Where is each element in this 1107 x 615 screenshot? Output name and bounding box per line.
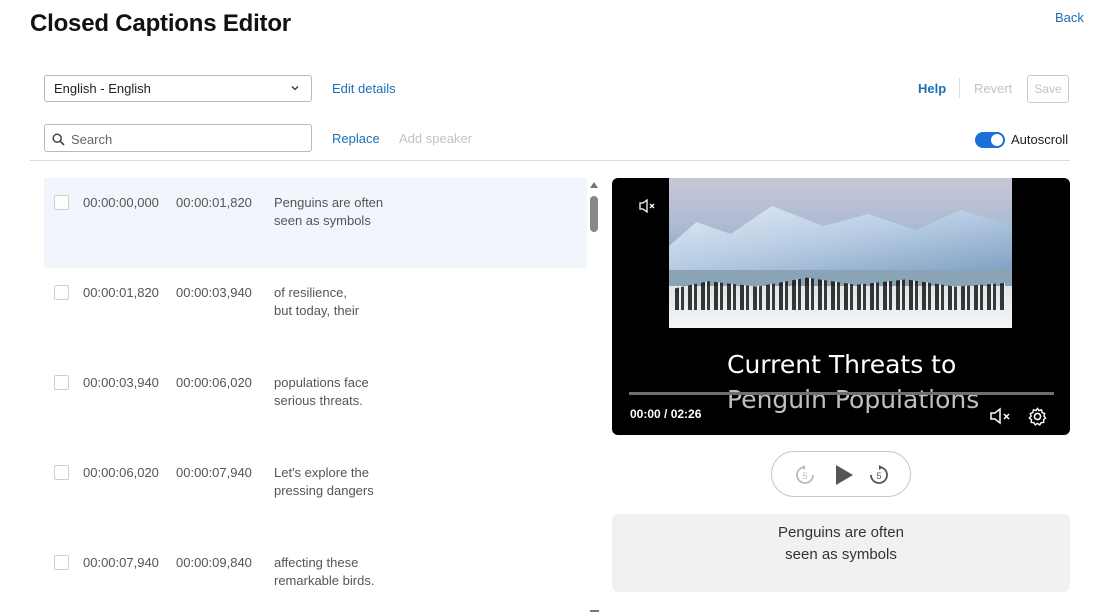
- scroll-down-arrow[interactable]: [590, 610, 599, 612]
- forward-seconds: 5: [876, 471, 881, 481]
- caption-text[interactable]: affecting these remarkable birds.: [274, 554, 424, 590]
- caption-row[interactable]: 00:00:06,020 00:00:07,940 Let's explore …: [44, 448, 587, 538]
- caption-text-line: populations face: [274, 375, 369, 390]
- caption-start-time[interactable]: 00:00:06,020: [83, 465, 159, 480]
- playback-controls: 5 5: [771, 451, 911, 497]
- caption-end-time[interactable]: 00:00:03,940: [176, 285, 252, 300]
- caption-text-line: Penguins are often: [274, 195, 384, 210]
- replace-button[interactable]: Replace: [332, 131, 380, 146]
- caption-checkbox[interactable]: [54, 465, 69, 480]
- toggle-knob: [991, 134, 1003, 146]
- search-box: [44, 124, 312, 152]
- caption-checkbox[interactable]: [54, 375, 69, 390]
- toolbar-divider: [959, 78, 960, 98]
- caption-preview-line: seen as symbols: [785, 546, 897, 563]
- caption-row[interactable]: 00:00:01,820 00:00:03,940 of resilience,…: [44, 268, 587, 358]
- caption-checkbox[interactable]: [54, 555, 69, 570]
- caption-end-time[interactable]: 00:00:01,820: [176, 195, 252, 210]
- caption-text-line: of resilience,: [274, 285, 347, 300]
- caption-text-line: affecting these: [274, 555, 359, 570]
- autoscroll-toggle[interactable]: [975, 132, 1005, 148]
- caption-end-time[interactable]: 00:00:06,020: [176, 375, 252, 390]
- header-divider: [30, 160, 1070, 161]
- caption-text-line: Let's explore the: [274, 465, 369, 480]
- search-input[interactable]: [69, 128, 303, 150]
- rewind-seconds: 5: [802, 471, 807, 481]
- playback-time: 00:00 / 02:26: [630, 407, 702, 421]
- chevron-down-icon: [291, 86, 299, 91]
- caption-row[interactable]: 00:00:07,940 00:00:09,840 affecting thes…: [44, 538, 587, 615]
- play-icon[interactable]: [831, 463, 855, 487]
- forward-5-icon[interactable]: 5: [868, 464, 890, 486]
- volume-muted-icon[interactable]: [988, 407, 1014, 425]
- caption-start-time[interactable]: 00:00:07,940: [83, 555, 159, 570]
- caption-start-time[interactable]: 00:00:00,000: [83, 195, 159, 210]
- caption-end-time[interactable]: 00:00:07,940: [176, 465, 252, 480]
- autoscroll-label: Autoscroll: [1011, 132, 1069, 147]
- caption-preview-line: Penguins are often: [778, 524, 904, 541]
- edit-details-link[interactable]: Edit details: [332, 81, 396, 96]
- caption-text-line: but today, their: [274, 303, 360, 318]
- slide-title-line: Penguin Populations: [727, 385, 980, 414]
- caption-text[interactable]: Let's explore the pressing dangers: [274, 464, 424, 500]
- caption-text[interactable]: Penguins are often seen as symbols: [274, 194, 424, 230]
- caption-text-line: remarkable birds.: [274, 573, 375, 588]
- caption-checkbox[interactable]: [54, 285, 69, 300]
- language-select[interactable]: English - English: [44, 75, 312, 102]
- playback-progress-bar[interactable]: [629, 392, 1054, 395]
- video-frame-image: [669, 178, 1012, 328]
- caption-start-time[interactable]: 00:00:03,940: [83, 375, 159, 390]
- slide-title-line: Current Threats to: [727, 350, 957, 379]
- search-icon: [52, 133, 65, 146]
- revert-button[interactable]: Revert: [974, 81, 1012, 96]
- caption-text[interactable]: populations face serious threats.: [274, 374, 424, 410]
- back-link[interactable]: Back: [1055, 10, 1084, 25]
- settings-gear-icon[interactable]: [1027, 406, 1048, 427]
- caption-start-time[interactable]: 00:00:01,820: [83, 285, 159, 300]
- page-title: Closed Captions Editor: [30, 10, 291, 37]
- add-speaker-button[interactable]: Add speaker: [399, 131, 472, 146]
- help-link[interactable]: Help: [918, 81, 946, 96]
- video-player[interactable]: Current Threats to Penguin Populations 0…: [612, 178, 1070, 435]
- caption-text-line: seen as symbols: [274, 213, 371, 228]
- caption-end-time[interactable]: 00:00:09,840: [176, 555, 252, 570]
- caption-preview: Penguins are often seen as symbols: [612, 514, 1070, 592]
- rewind-5-icon[interactable]: 5: [794, 464, 816, 486]
- iceberg-shape: [669, 206, 1012, 278]
- muted-speaker-icon[interactable]: [638, 198, 658, 214]
- caption-checkbox[interactable]: [54, 195, 69, 210]
- scrollbar-thumb[interactable]: [590, 196, 598, 232]
- caption-row[interactable]: 00:00:00,000 00:00:01,820 Penguins are o…: [44, 178, 587, 268]
- caption-text[interactable]: of resilience, but today, their: [274, 284, 424, 320]
- language-select-value: English - English: [54, 81, 151, 96]
- caption-row[interactable]: 00:00:03,940 00:00:06,020 populations fa…: [44, 358, 587, 448]
- caption-text-line: serious threats.: [274, 393, 363, 408]
- save-button[interactable]: Save: [1027, 75, 1069, 103]
- caption-list: 00:00:00,000 00:00:01,820 Penguins are o…: [44, 178, 587, 615]
- scroll-up-arrow[interactable]: [590, 182, 598, 188]
- caption-text-line: pressing dangers: [274, 483, 374, 498]
